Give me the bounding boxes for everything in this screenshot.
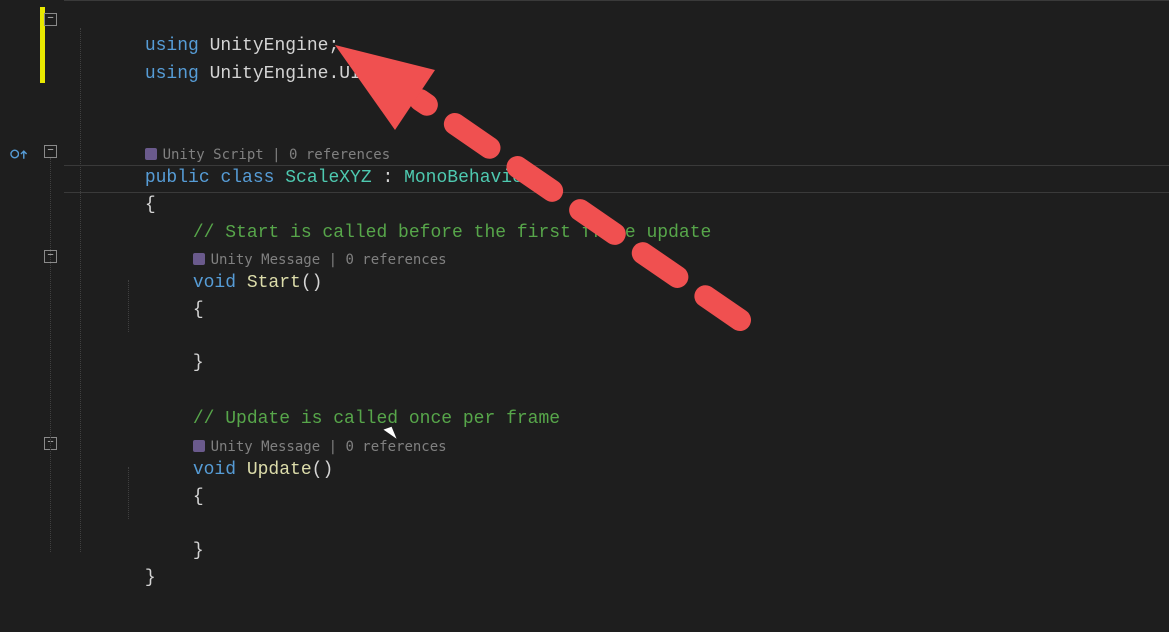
base-class: MonoBehaviour <box>404 168 544 188</box>
parens: () <box>301 273 323 293</box>
code-line[interactable]: } <box>80 539 156 565</box>
code-line[interactable]: using UnityEngine; <box>80 7 339 33</box>
method-name: Start <box>247 273 301 293</box>
code-line[interactable]: // Start is called before the first fram… <box>80 194 711 220</box>
class-name: ScaleXYZ <box>285 168 371 188</box>
editor-top-border <box>64 0 1169 1</box>
code-line[interactable]: using UnityEngine.UI; <box>80 35 372 61</box>
code-line[interactable]: { <box>80 271 204 297</box>
fold-guide <box>50 158 51 552</box>
fold-toggle[interactable] <box>44 13 57 26</box>
brace: { <box>193 487 204 507</box>
code-line[interactable]: { <box>80 166 156 192</box>
code-line[interactable]: void Start() <box>80 244 322 270</box>
fold-gutter <box>40 0 64 632</box>
code-line[interactable]: } <box>80 512 204 538</box>
namespace: UnityEngine.UI <box>199 64 361 84</box>
brace: } <box>193 353 204 373</box>
brace: { <box>193 300 204 320</box>
code-line[interactable]: void Update() <box>80 431 333 457</box>
current-line-bottom <box>64 192 1169 193</box>
semicolon: ; <box>361 64 372 84</box>
code-editor[interactable]: using UnityEngine; using UnityEngine.UI;… <box>0 0 1169 632</box>
parens: () <box>312 460 334 480</box>
code-line[interactable]: public class ScaleXYZ : MonoBehaviour <box>80 139 545 165</box>
implements-icon[interactable] <box>10 146 28 162</box>
brace: } <box>193 541 204 561</box>
code-line[interactable]: { <box>80 458 204 484</box>
keyword-class: class <box>220 168 285 188</box>
colon: : <box>372 168 404 188</box>
keyword-public: public <box>145 168 221 188</box>
keyword-using: using <box>145 64 199 84</box>
code-area[interactable]: using UnityEngine; using UnityEngine.UI;… <box>64 0 1169 632</box>
code-line[interactable]: } <box>80 324 204 350</box>
current-line-top <box>64 165 1169 166</box>
fold-toggle[interactable] <box>44 145 57 158</box>
margin-gutter <box>0 0 40 632</box>
method-name: Update <box>247 460 312 480</box>
code-line[interactable]: // Update is called once per frame <box>80 380 560 406</box>
brace: } <box>145 568 156 588</box>
